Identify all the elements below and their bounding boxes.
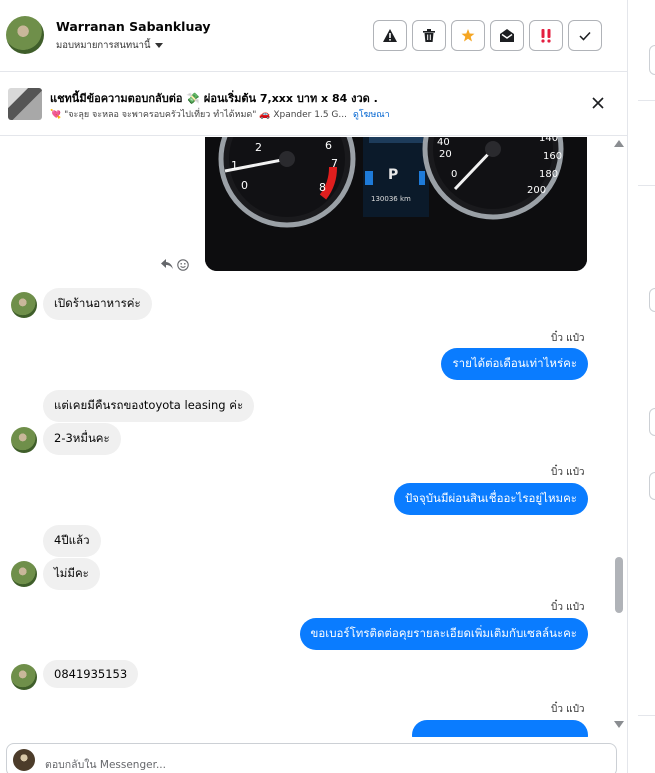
shared-photo-dashboard[interactable]: 2 6 8 0 1 7 P 130036 km 40 60 <box>205 137 587 271</box>
contact-avatar-small[interactable] <box>11 561 37 587</box>
svg-text:180: 180 <box>539 169 558 180</box>
header-toolbar <box>373 20 602 51</box>
page-avatar <box>13 749 35 771</box>
delete-button[interactable] <box>412 20 446 51</box>
conversation-header: Warranan Sabankluay มอบหมายการสนทนานี้ <box>0 0 627 72</box>
details-field[interactable] <box>649 45 655 75</box>
incoming-message[interactable]: 2-3หมื่นคะ <box>43 423 121 455</box>
ad-thumbnail[interactable] <box>8 88 42 120</box>
svg-text:8: 8 <box>319 181 326 194</box>
ad-subtitle: 💘 "จะลุย จะหลอ จะพาครอบครัวไปเที่ยว ทำได… <box>50 107 390 121</box>
details-field[interactable] <box>649 288 655 312</box>
section-divider <box>638 715 655 716</box>
close-icon[interactable] <box>591 96 605 110</box>
sender-name: บิ๋ว แป๋ว <box>551 333 585 344</box>
assign-conversation-dropdown[interactable]: มอบหมายการสนทนานี้ <box>56 38 163 53</box>
contact-name[interactable]: Warranan Sabankluay <box>56 19 211 34</box>
outgoing-message[interactable]: รายได้ต่อเดือนเท่าไหร่คะ <box>441 348 588 380</box>
contact-details-panel <box>638 0 655 773</box>
scroll-down-arrow[interactable] <box>614 721 624 728</box>
star-icon <box>461 29 475 42</box>
details-field[interactable] <box>649 472 655 500</box>
reply-placeholder: ตอบกลับใน Messenger... <box>45 759 166 771</box>
star-button[interactable] <box>451 20 485 51</box>
svg-text:0: 0 <box>241 179 248 192</box>
incoming-message[interactable]: เปิดร้านอาหารค่ะ <box>43 288 152 320</box>
envelope-open-icon <box>500 29 514 42</box>
instrument-cluster-image: 2 6 8 0 1 7 P 130036 km 40 60 <box>205 137 587 271</box>
svg-text:40: 40 <box>437 137 450 148</box>
emoji-react-icon[interactable] <box>177 259 189 271</box>
mark-done-button[interactable] <box>568 20 602 51</box>
details-field[interactable] <box>649 408 655 436</box>
section-divider <box>638 100 655 101</box>
svg-text:130036 km: 130036 km <box>371 195 411 203</box>
checkmark-icon <box>579 31 591 41</box>
messenger-inbox: Warranan Sabankluay มอบหมายการสนทนานี้ แ… <box>0 0 655 773</box>
message-actions <box>161 259 189 271</box>
scroll-up-arrow[interactable] <box>614 140 624 147</box>
svg-text:2: 2 <box>255 141 262 154</box>
contact-avatar-small[interactable] <box>11 292 37 318</box>
svg-text:20: 20 <box>439 149 452 160</box>
svg-text:140: 140 <box>539 137 558 144</box>
section-divider <box>638 185 655 186</box>
exclamation-icon <box>541 28 551 43</box>
sender-name: บิ๋ว แป๋ว <box>551 602 585 613</box>
assign-label: มอบหมายการสนทนานี้ <box>56 40 151 51</box>
trash-icon <box>423 29 435 42</box>
incoming-message[interactable]: ไม่มีคะ <box>43 558 100 590</box>
warning-icon <box>383 29 397 42</box>
contact-avatar[interactable] <box>6 16 44 54</box>
chevron-down-icon <box>154 43 163 48</box>
priority-button[interactable] <box>529 20 563 51</box>
mark-unread-button[interactable] <box>490 20 524 51</box>
svg-text:P: P <box>388 167 398 183</box>
incoming-message[interactable]: 4ปีแล้ว <box>43 525 101 557</box>
report-button[interactable] <box>373 20 407 51</box>
svg-text:160: 160 <box>543 151 562 162</box>
contact-avatar-small[interactable] <box>11 664 37 690</box>
svg-text:6: 6 <box>325 139 332 152</box>
contact-avatar-small[interactable] <box>11 427 37 453</box>
incoming-message[interactable]: 0841935153 <box>43 660 139 688</box>
sender-name: บิ๋ว แป๋ว <box>551 467 585 478</box>
svg-text:200: 200 <box>527 185 546 196</box>
svg-text:7: 7 <box>331 157 338 170</box>
outgoing-message[interactable]: ปัจจุบันมีผ่อนสินเชื่ออะไรอยู่ไหมคะ <box>393 483 588 515</box>
outgoing-message[interactable]: ขอเบอร์โทรติดต่อคุยรายละเอียดเพิ่มเติมกั… <box>299 618 588 650</box>
view-ad-link[interactable]: ดูโฆษณา <box>353 110 390 120</box>
outgoing-message[interactable] <box>412 720 588 737</box>
svg-text:0: 0 <box>451 169 457 180</box>
panel-divider <box>627 0 628 773</box>
sender-name: บิ๋ว แป๋ว <box>551 704 585 715</box>
message-thread[interactable]: 2 6 8 0 1 7 P 130036 km 40 60 <box>0 137 627 737</box>
reply-composer: ตอบกลับใน Messenger... <box>0 737 627 773</box>
svg-text:1: 1 <box>231 159 238 172</box>
scrollbar-thumb[interactable] <box>615 557 623 613</box>
ad-headline: แชทนี้มีข้อความตอบกลับต่อ 💸 ผ่อนเริ่มต้น… <box>50 92 378 105</box>
incoming-message[interactable]: แต่เคยมีคืนรถของtoyota leasing ค่ะ <box>43 390 255 422</box>
reply-icon[interactable] <box>161 259 173 270</box>
ad-subtitle-text: 💘 "จะลุย จะหลอ จะพาครอบครัวไปเที่ยว ทำได… <box>50 110 347 120</box>
ad-context-banner: แชทนี้มีข้อความตอบกลับต่อ 💸 ผ่อนเริ่มต้น… <box>0 72 627 136</box>
